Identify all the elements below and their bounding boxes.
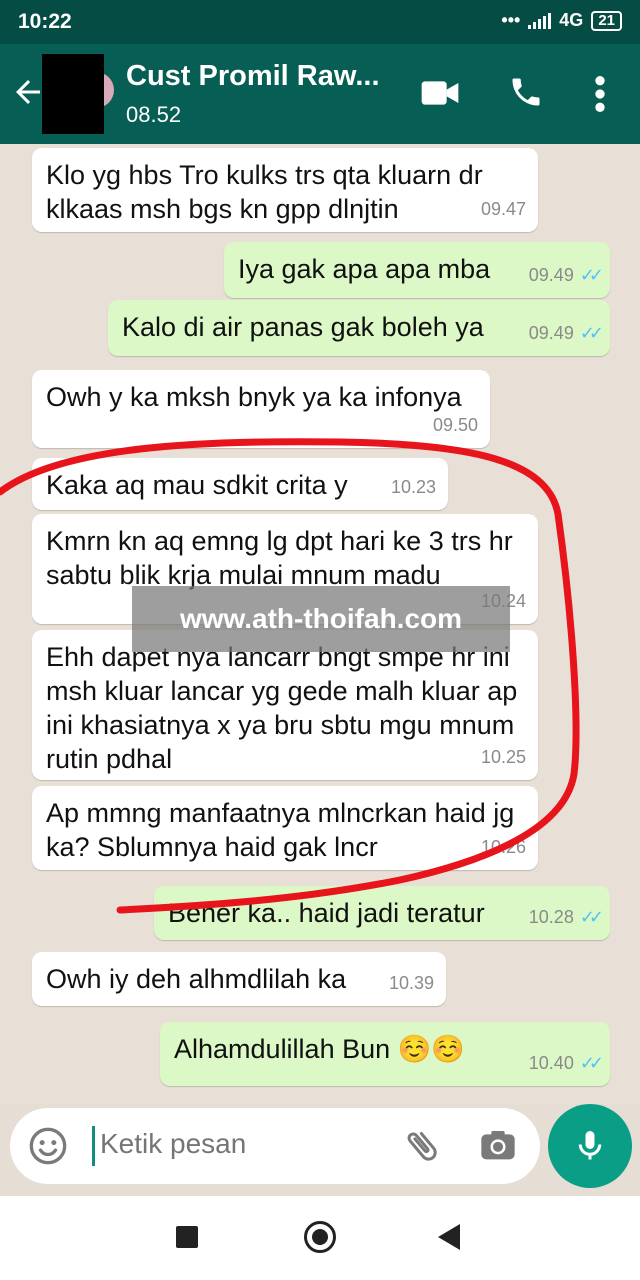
message-time: 09.50	[432, 415, 478, 435]
contact-avatar[interactable]	[42, 54, 104, 134]
read-ticks-icon: ✓✓	[579, 265, 604, 285]
watermark: www.ath-thoifah.com	[132, 586, 510, 652]
message-outgoing[interactable]: Alhamdulillah Bun ☺️☺️ 10.40 ✓✓	[160, 1022, 610, 1086]
message-time: 10.25	[480, 747, 526, 767]
network-type: 4G	[559, 10, 584, 30]
message-incoming[interactable]: Klo yg hbs Tro kulks trs qta kluarn dr k…	[32, 148, 538, 232]
text-caret	[92, 1126, 95, 1166]
message-text: Kaka aq mau sdkit crita y	[46, 470, 348, 500]
camera-icon[interactable]	[478, 1126, 518, 1166]
signal-icon	[528, 12, 552, 29]
message-text: Ehh dapet nya lancarr bngt smpe hr ini m…	[46, 642, 518, 774]
attach-icon[interactable]	[402, 1126, 442, 1166]
video-call-icon[interactable]	[420, 78, 460, 108]
message-text: Owh y ka mksh bnyk ya ka infonya	[46, 382, 462, 412]
battery-icon: 21	[591, 10, 622, 31]
read-ticks-icon: ✓✓	[579, 1053, 604, 1073]
message-incoming[interactable]: Ehh dapet nya lancarr bngt smpe hr ini m…	[32, 630, 538, 780]
status-indicators: ••• 4G 21	[501, 10, 622, 31]
message-incoming[interactable]: Ap mmng manfaatnya mlncrkan haid jg ka? …	[32, 786, 538, 870]
message-text: Ap mmng manfaatnya mlncrkan haid jg ka? …	[46, 798, 515, 862]
status-bar: 10:22 ••• 4G 21	[0, 0, 640, 44]
home-icon[interactable]	[304, 1221, 336, 1253]
message-composer	[10, 1108, 540, 1184]
contact-name[interactable]: Cust Promil Raw...	[126, 60, 396, 93]
message-text: Bener ka.. haid jadi teratur	[168, 898, 485, 928]
back-arrow-icon[interactable]	[10, 74, 46, 110]
message-outgoing[interactable]: Iya gak apa apa mba 09.49 ✓✓	[224, 242, 610, 298]
status-time: 10:22	[18, 10, 72, 33]
message-time: 10.23	[390, 477, 436, 497]
emoji-icon[interactable]	[28, 1126, 68, 1166]
message-text: Alhamdulillah Bun ☺️☺️	[174, 1034, 465, 1064]
message-text: Kmrn kn aq emng lg dpt hari ke 3 trs hr …	[46, 526, 513, 590]
message-time: 09.49	[528, 265, 574, 285]
system-nav-bar	[0, 1196, 640, 1280]
chat-header: Cust Promil Raw... 08.52	[0, 44, 640, 144]
message-incoming[interactable]: Owh y ka mksh bnyk ya ka infonya 09.50	[32, 370, 490, 448]
message-time: 10.39	[388, 973, 434, 993]
message-time: 10.26	[480, 837, 526, 857]
message-incoming[interactable]: Kaka aq mau sdkit crita y 10.23	[32, 458, 448, 510]
message-text: Klo yg hbs Tro kulks trs qta kluarn dr k…	[46, 160, 483, 224]
recents-icon[interactable]	[176, 1226, 198, 1248]
message-outgoing[interactable]: Kalo di air panas gak boleh ya 09.49 ✓✓	[108, 300, 610, 356]
more-vert-icon[interactable]	[588, 74, 612, 114]
message-time: 10.40	[528, 1053, 574, 1073]
last-seen: 08.52	[126, 102, 182, 127]
message-time: 09.49	[528, 323, 574, 343]
nav-back-icon[interactable]	[438, 1224, 460, 1250]
message-time: 09.47	[480, 199, 526, 219]
mic-button[interactable]	[548, 1104, 632, 1188]
read-ticks-icon: ✓✓	[579, 907, 604, 927]
read-ticks-icon: ✓✓	[579, 323, 604, 343]
mic-icon	[578, 1131, 602, 1160]
message-incoming[interactable]: Owh iy deh alhmdlilah ka 10.39	[32, 952, 446, 1006]
phone-icon[interactable]	[508, 74, 544, 110]
message-time: 10.28	[528, 907, 574, 927]
message-input[interactable]	[100, 1128, 390, 1160]
message-text: Kalo di air panas gak boleh ya	[122, 312, 484, 342]
message-text: Iya gak apa apa mba	[238, 254, 491, 284]
battery-level: 21	[598, 11, 615, 29]
message-outgoing[interactable]: Bener ka.. haid jadi teratur 10.28 ✓✓	[154, 886, 610, 940]
notification-dots: •••	[501, 10, 521, 30]
chat-area[interactable]: Klo yg hbs Tro kulks trs qta kluarn dr k…	[0, 144, 640, 1104]
message-text: Owh iy deh alhmdlilah ka	[46, 964, 347, 994]
